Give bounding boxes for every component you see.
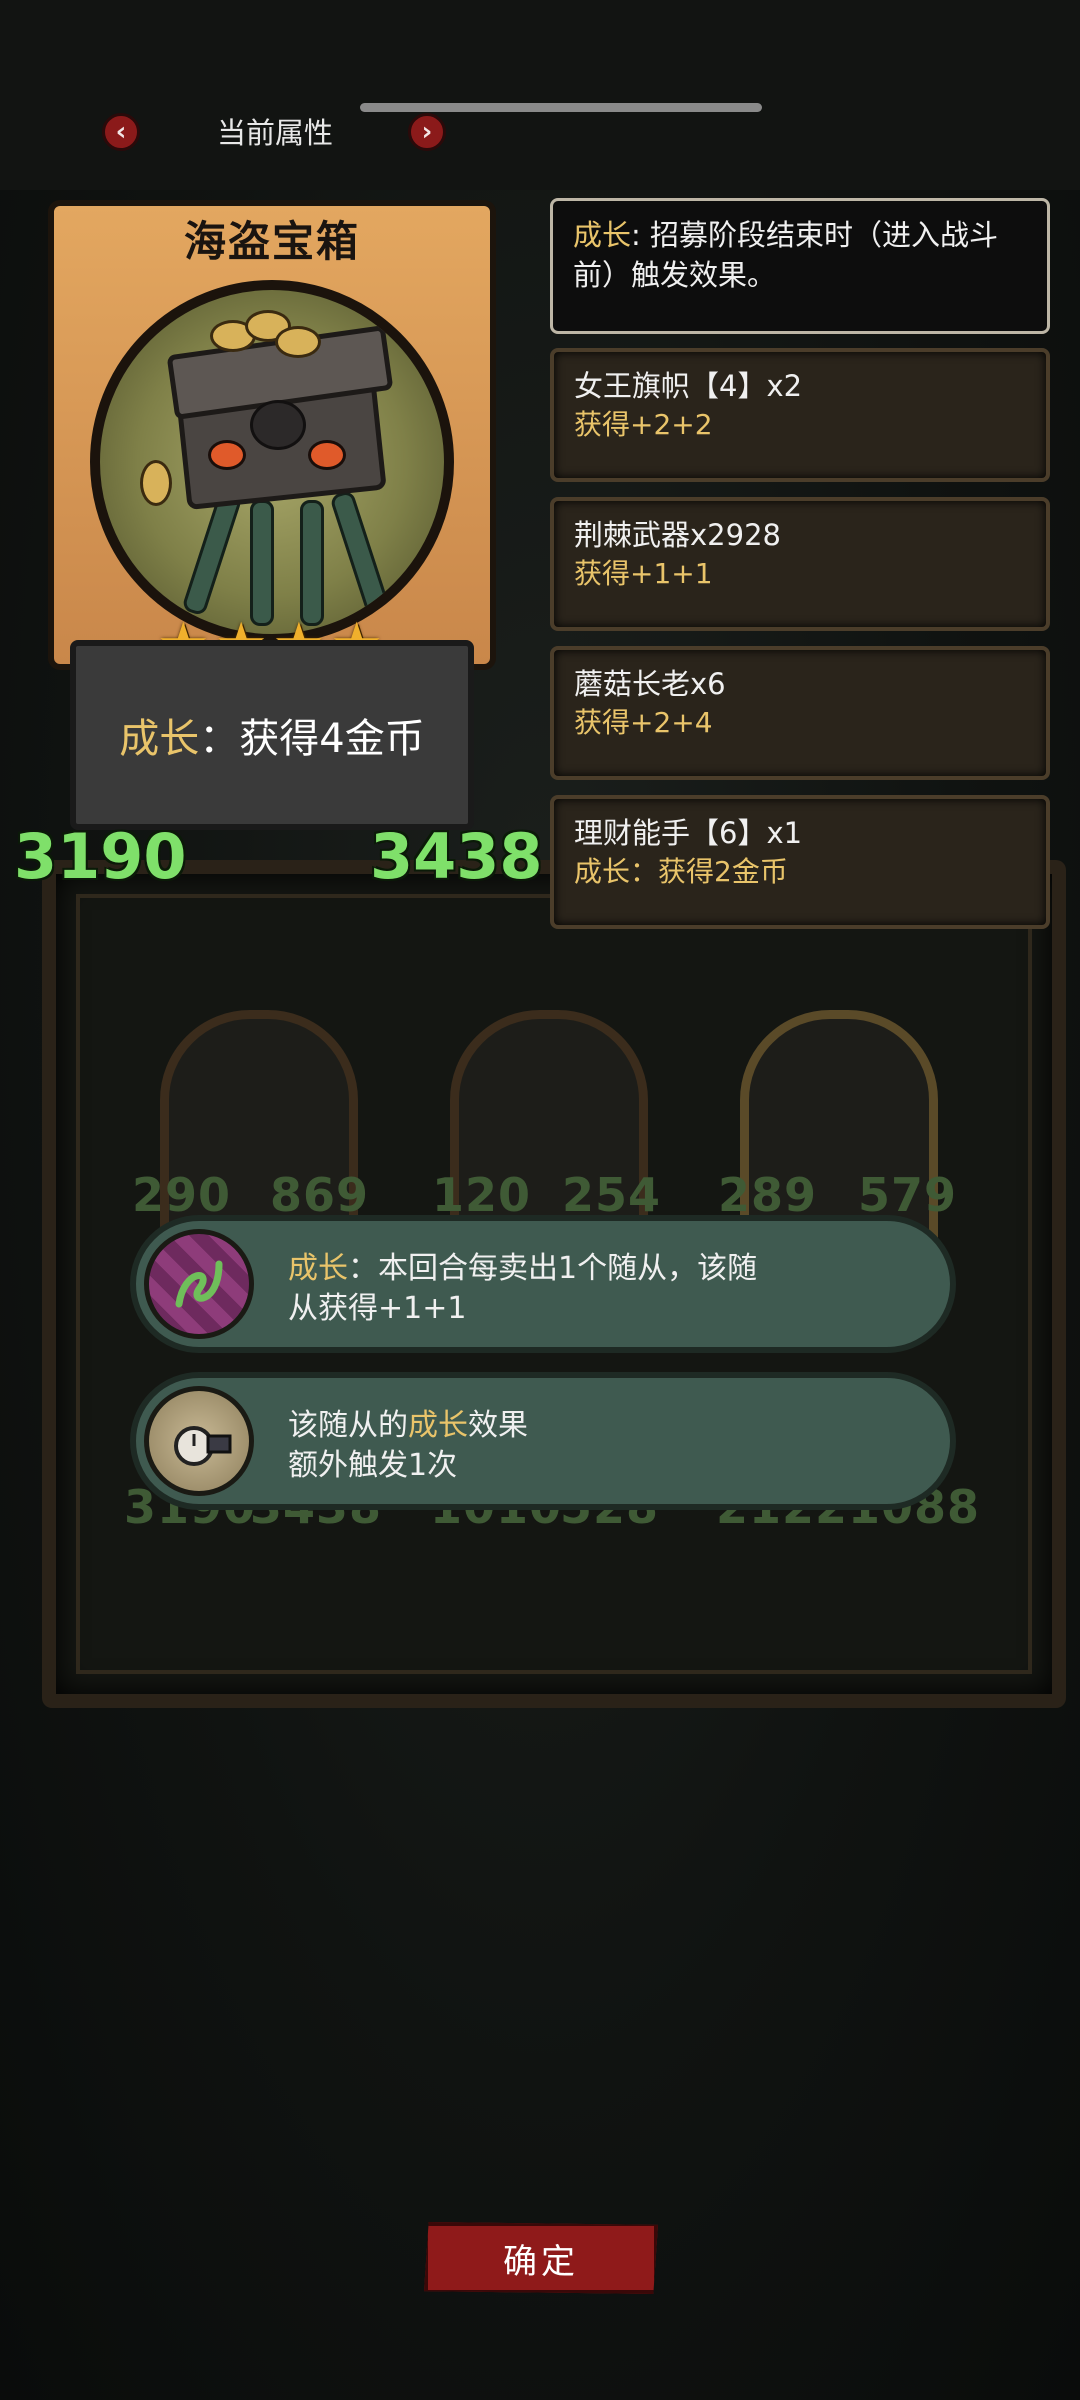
eye-icon bbox=[208, 440, 246, 470]
enchantment-item: 该随从的成长效果 额外触发1次 bbox=[130, 1372, 956, 1510]
coin-icon bbox=[275, 326, 321, 358]
minion-effect-description: 成长 ：获得4金币 bbox=[70, 640, 474, 830]
chevron-right-icon: › bbox=[421, 117, 433, 147]
enchantment-line: 效果 bbox=[468, 1408, 528, 1443]
home-indicator[interactable] bbox=[360, 103, 762, 112]
tooltip-keyword: 成长 bbox=[573, 218, 632, 252]
page-title: 当前属性 bbox=[216, 116, 333, 150]
keyword-tooltip: 成长: 招募阶段结束时（进入战斗前）触发效果。 bbox=[550, 198, 1050, 334]
buff-source-name: 蘑菇长老x6 bbox=[574, 667, 726, 701]
background-attack: 120 bbox=[432, 1168, 532, 1222]
tentacle-icon bbox=[329, 489, 391, 617]
minion-name: 海盗宝箱 bbox=[183, 217, 360, 266]
stopwatch-gauntlet-icon bbox=[144, 1386, 254, 1496]
buff-source-item: 蘑菇长老x6 获得+2+4 bbox=[550, 646, 1050, 780]
enchantment-line: ：本回合每卖出1个随从，该随 bbox=[348, 1251, 758, 1286]
minion-effect-text: ：获得4金币 bbox=[199, 716, 425, 762]
buff-source-effect: 获得+2+4 bbox=[574, 706, 713, 739]
skull-icon bbox=[250, 400, 306, 450]
background-health: 254 bbox=[562, 1168, 662, 1222]
minion-card: 海盗宝箱 ★★★★ 成长：获得4金币 bbox=[48, 200, 496, 840]
background-health: 579 bbox=[858, 1168, 958, 1222]
enchantment-line: 该随从的 bbox=[288, 1408, 408, 1443]
enchantment-line: 额外触发1次 bbox=[288, 1448, 458, 1483]
buff-source-name: 荆棘武器x2928 bbox=[574, 518, 781, 552]
enchantment-line: 从获得+1+1 bbox=[288, 1291, 467, 1326]
growth-keyword: 成长 bbox=[408, 1408, 468, 1443]
background-header bbox=[0, 0, 1080, 190]
game-screen: 290 869 120 254 289 579 3190 3438 1010 5… bbox=[0, 0, 1080, 2400]
background-attack: 290 bbox=[132, 1168, 232, 1222]
confirm-button[interactable]: 确定 bbox=[424, 2222, 658, 2294]
pirate-chest-portrait bbox=[90, 280, 454, 644]
vine-icon bbox=[175, 1260, 223, 1308]
tooltip-text: : 招募阶段结束时（进入战斗前）触发效果。 bbox=[573, 218, 999, 292]
buff-source-name: 理财能手【6】x1 bbox=[574, 816, 803, 850]
chevron-left-icon: ‹ bbox=[115, 117, 127, 147]
buff-source-item: 理财能手【6】x1 成长：获得2金币 bbox=[550, 795, 1050, 929]
next-button[interactable]: › bbox=[408, 113, 446, 151]
tentacle-icon bbox=[181, 489, 243, 617]
enchantment-text: 成长：本回合每卖出1个随从，该随 从获得+1+1 bbox=[288, 1249, 757, 1329]
tentacle-icon bbox=[300, 500, 324, 626]
stopwatch-icon bbox=[174, 1426, 232, 1466]
buff-source-item: 女王旗帜【4】x2 获得+2+2 bbox=[550, 348, 1050, 482]
attack-value: 3190 bbox=[14, 820, 187, 893]
previous-button[interactable]: ‹ bbox=[102, 113, 140, 151]
coin-icon bbox=[140, 460, 172, 506]
vine-emblem-icon bbox=[144, 1229, 254, 1339]
buff-source-item: 荆棘武器x2928 获得+1+1 bbox=[550, 497, 1050, 631]
enchantment-text: 该随从的成长效果 额外触发1次 bbox=[288, 1406, 528, 1486]
growth-keyword: 成长 bbox=[288, 1251, 348, 1286]
background-health: 869 bbox=[270, 1168, 370, 1222]
enchantment-item: 成长：本回合每卖出1个随从，该随 从获得+1+1 bbox=[130, 1215, 956, 1353]
growth-keyword: 成长 bbox=[119, 716, 200, 762]
buff-source-effect: 获得+1+1 bbox=[574, 557, 713, 590]
tentacle-icon bbox=[250, 500, 274, 626]
eye-icon bbox=[308, 440, 346, 470]
buff-source-effect: 获得+2+2 bbox=[574, 408, 713, 441]
background-attack: 289 bbox=[718, 1168, 818, 1222]
health-value: 3438 bbox=[370, 820, 543, 893]
buff-source-name: 女王旗帜【4】x2 bbox=[574, 369, 803, 403]
buff-source-effect: 成长：获得2金币 bbox=[574, 855, 788, 888]
